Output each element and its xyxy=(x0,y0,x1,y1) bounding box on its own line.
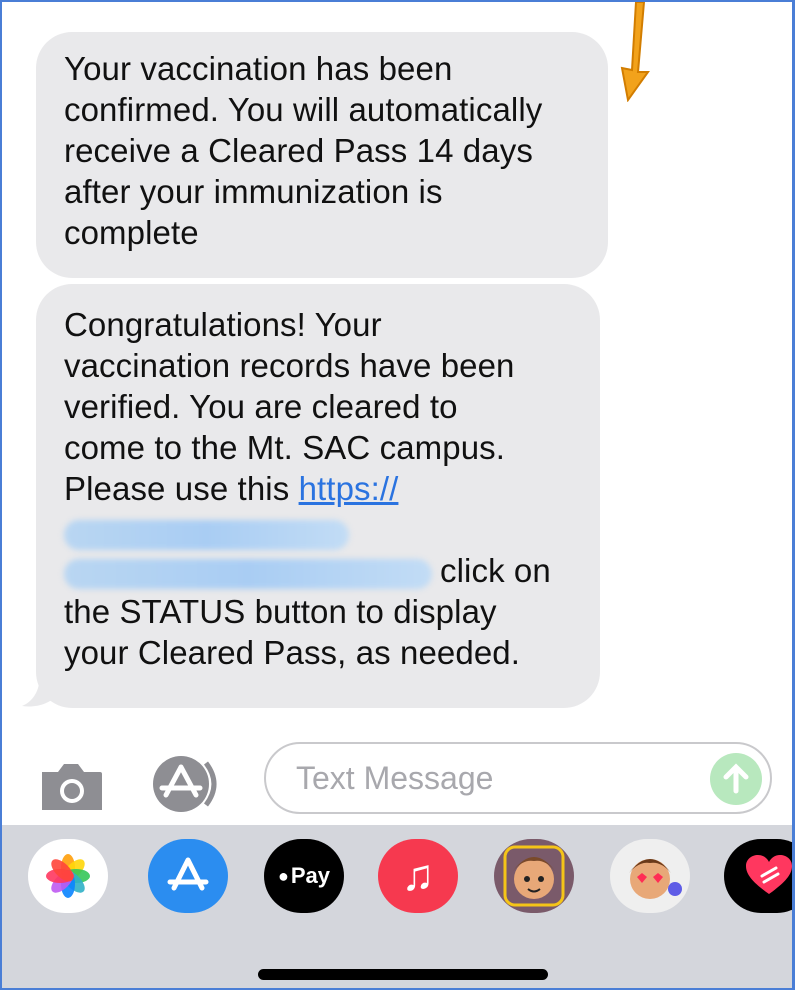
blurred-url-line xyxy=(64,509,574,551)
music-note-icon: ♫ xyxy=(401,851,435,900)
memoji-heart-eyes-icon xyxy=(629,859,682,899)
memoji-sticker-icon[interactable] xyxy=(610,839,690,913)
message-line: Congratulations! Your xyxy=(64,306,382,343)
arrow-up-icon xyxy=(723,763,749,794)
digital-touch-icon[interactable] xyxy=(724,839,792,913)
message-line: verified. You are cleared to xyxy=(64,388,458,425)
home-indicator[interactable] xyxy=(258,969,548,980)
message-text: click on xyxy=(440,552,551,590)
photos-icon[interactable] xyxy=(28,839,108,913)
message-text: Please use this xyxy=(64,470,299,507)
imessage-app-tray: ● Pay ♫ xyxy=(2,825,792,988)
apple-logo-icon: ● xyxy=(277,865,289,886)
redacted-url[interactable] xyxy=(64,520,349,551)
photos-flower-icon xyxy=(46,854,90,898)
messages-screen: Your vaccination has been confirmed. You… xyxy=(0,0,795,990)
memoji-icon[interactable] xyxy=(494,839,574,913)
heart-icon xyxy=(746,855,792,894)
redacted-url[interactable] xyxy=(64,558,432,589)
message-line: your Cleared Pass, as needed. xyxy=(64,634,521,672)
message-line: the STATUS button to display xyxy=(64,593,497,631)
app-store-icon[interactable] xyxy=(152,755,230,813)
message-line: Please use this https:// xyxy=(64,468,574,509)
message-bubble-confirmation[interactable]: Your vaccination has been confirmed. You… xyxy=(36,32,608,278)
message-line: vaccination records have been xyxy=(64,347,515,384)
apple-pay-label: Pay xyxy=(290,863,331,888)
url-link[interactable]: https:// xyxy=(299,470,399,507)
camera-icon[interactable] xyxy=(38,762,104,812)
send-button[interactable] xyxy=(710,753,762,805)
message-text: Your vaccination has been confirmed. You… xyxy=(64,50,543,251)
bubble-tail xyxy=(22,674,58,707)
annotation-arrow-icon xyxy=(620,2,650,102)
message-input-bar: Text Message xyxy=(2,730,792,825)
input-placeholder: Text Message xyxy=(296,760,494,796)
message-line: come to the Mt. SAC campus. xyxy=(64,429,506,466)
text-message-input[interactable]: Text Message xyxy=(264,742,772,814)
app-store-glyph xyxy=(167,857,209,891)
message-line: click on xyxy=(64,550,574,591)
app-store-icon[interactable] xyxy=(148,839,228,913)
memoji-face-icon xyxy=(503,845,565,907)
message-bubble-congratulations[interactable]: Congratulations! Your vaccination record… xyxy=(36,284,600,708)
apple-pay-icon[interactable]: ● Pay xyxy=(264,839,344,913)
music-icon[interactable]: ♫ xyxy=(378,839,458,913)
